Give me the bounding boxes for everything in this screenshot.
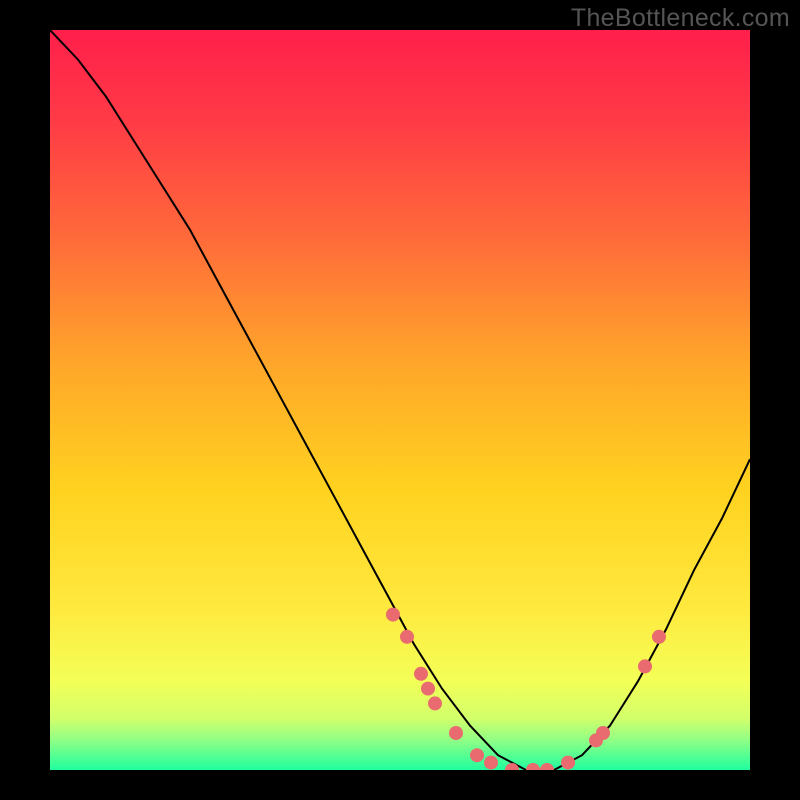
background-gradient bbox=[50, 30, 750, 770]
highlighted-point bbox=[470, 748, 484, 762]
chart-frame: TheBottleneck.com bbox=[0, 0, 800, 800]
highlighted-point bbox=[400, 630, 414, 644]
watermark-label: TheBottleneck.com bbox=[571, 4, 790, 33]
highlighted-point bbox=[652, 630, 666, 644]
highlighted-point bbox=[386, 608, 400, 622]
highlighted-point bbox=[484, 756, 498, 770]
highlighted-point bbox=[596, 726, 610, 740]
highlighted-point bbox=[414, 667, 428, 681]
chart-svg bbox=[50, 30, 750, 770]
highlighted-point bbox=[561, 756, 575, 770]
highlighted-point bbox=[449, 726, 463, 740]
highlighted-point bbox=[638, 659, 652, 673]
highlighted-point bbox=[428, 696, 442, 710]
highlighted-point bbox=[421, 682, 435, 696]
